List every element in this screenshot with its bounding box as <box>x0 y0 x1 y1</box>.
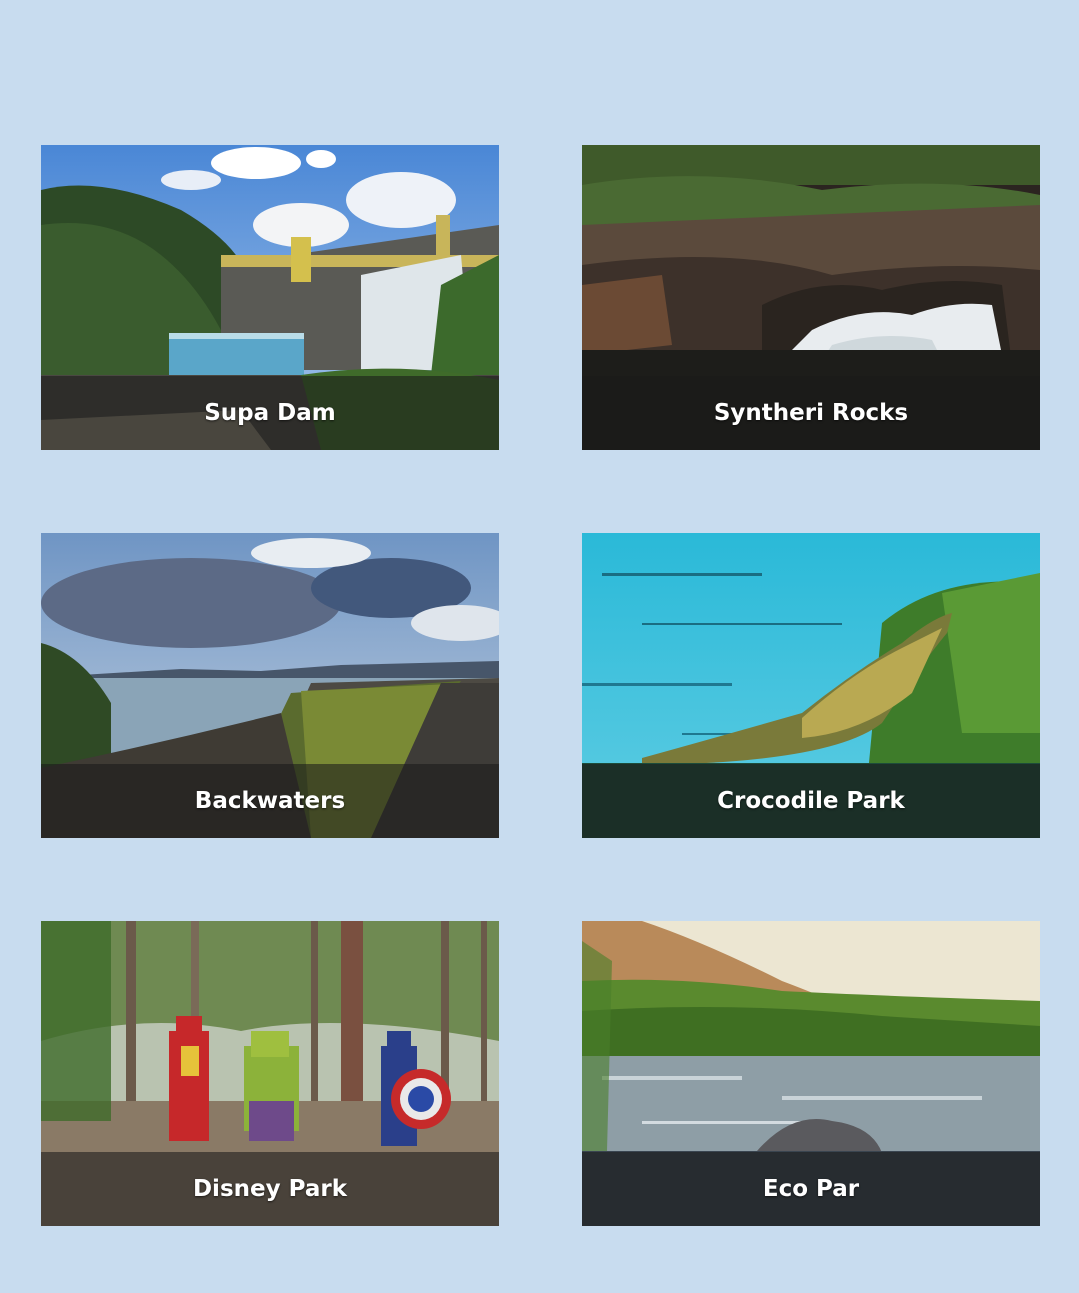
place-title: Disney Park <box>192 1176 348 1202</box>
place-caption: Crocodile Park <box>582 764 1040 838</box>
place-caption: Syntheri Rocks <box>582 376 1040 450</box>
place-caption: Eco Par <box>582 1152 1040 1226</box>
place-card-eco-par[interactable]: Eco Par <box>582 921 1040 1226</box>
place-card-crocodile-park[interactable]: Crocodile Park <box>582 533 1040 838</box>
place-caption: Disney Park <box>41 1152 499 1226</box>
place-card-disney-park[interactable]: Disney Park <box>41 921 499 1226</box>
place-title: Eco Par <box>762 1176 860 1202</box>
place-caption: Supa Dam <box>41 376 499 450</box>
place-card-syntheri-rocks[interactable]: Syntheri Rocks <box>582 145 1040 450</box>
place-title: Supa Dam <box>204 400 336 426</box>
place-card-supa-dam[interactable]: Supa Dam <box>41 145 499 450</box>
place-card-backwaters[interactable]: Backwaters <box>41 533 499 838</box>
place-title: Crocodile Park <box>717 788 905 814</box>
place-title: Backwaters <box>194 788 346 814</box>
place-title: Syntheri Rocks <box>713 400 909 426</box>
place-caption: Backwaters <box>41 764 499 838</box>
